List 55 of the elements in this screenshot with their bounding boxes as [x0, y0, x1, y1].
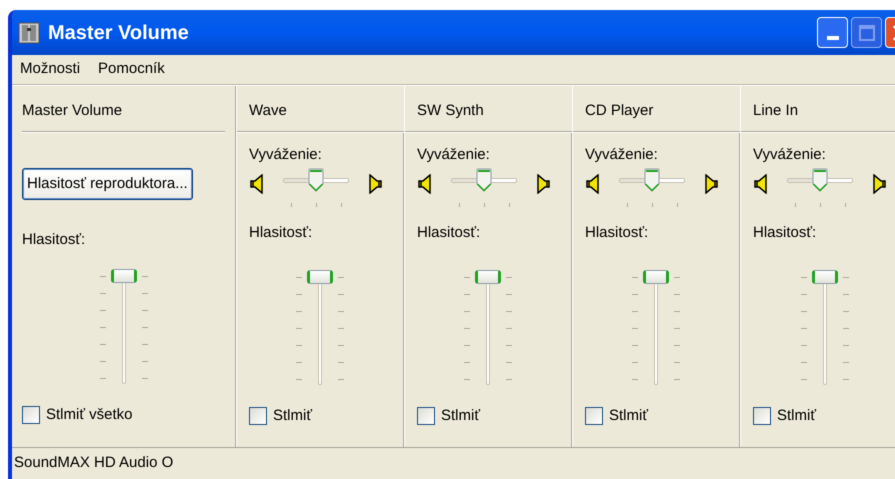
- status-text: SoundMAX HD Audio O: [14, 453, 174, 474]
- slider-thumb[interactable]: [308, 168, 324, 192]
- column-title: Master Volume: [22, 101, 124, 121]
- menu-item[interactable]: Pomocník: [98, 58, 165, 81]
- checkbox[interactable]: [417, 407, 435, 426]
- slider-thumb[interactable]: [812, 168, 828, 192]
- minimize-button[interactable]: [817, 17, 848, 48]
- window-title: Master Volume: [48, 20, 189, 46]
- speaker-volume-button[interactable]: Hlasitosť reproduktora...: [22, 168, 193, 200]
- checkbox[interactable]: [249, 407, 267, 426]
- volume-label: Hlasitosť:: [585, 223, 650, 243]
- balance-slider[interactable]: [787, 168, 853, 193]
- mute-checkbox[interactable]: Stlmiť: [249, 405, 391, 428]
- mute-checkbox[interactable]: Stlmiť: [753, 405, 895, 428]
- checkbox[interactable]: [753, 407, 771, 426]
- balance-slider[interactable]: [283, 168, 349, 193]
- speaker-icon: [417, 174, 433, 194]
- mute-checkbox[interactable]: Stlmiť: [585, 405, 727, 428]
- speaker-icon: [703, 174, 719, 194]
- balance-label: Vyváženie:: [753, 145, 827, 165]
- channel-title: SW Synth: [416, 101, 485, 121]
- maximize-icon: [858, 24, 874, 40]
- volume-label: Hlasitosť:: [417, 223, 482, 243]
- slider-thumb[interactable]: [475, 270, 501, 284]
- slider-thumb[interactable]: [812, 270, 838, 284]
- speaker-icon: [871, 174, 887, 194]
- volume-label: Hlasitosť:: [753, 223, 818, 243]
- balance-slider[interactable]: [451, 168, 517, 193]
- slider-thumb[interactable]: [476, 168, 492, 192]
- speaker-icon: [535, 174, 551, 194]
- slider-thumb[interactable]: [643, 270, 669, 284]
- balance-slider[interactable]: [619, 168, 685, 193]
- speaker-icon: [753, 174, 769, 194]
- minimize-icon: [826, 36, 838, 40]
- balance-label: Vyváženie:: [585, 145, 659, 165]
- channel-title: Line In: [752, 101, 800, 121]
- volume-label: Hlasitosť:: [249, 223, 314, 243]
- channel-title: Wave: [248, 101, 288, 121]
- app-icon: [18, 22, 40, 44]
- slider-thumb[interactable]: [110, 269, 136, 283]
- mute-checkbox[interactable]: Stlmiť všetko: [22, 404, 225, 426]
- maximize-button[interactable]: [851, 17, 882, 48]
- channel-title: CD Player: [584, 101, 654, 121]
- speaker-icon: [249, 174, 265, 194]
- slider-thumb[interactable]: [644, 168, 660, 192]
- balance-label: Vyváženie:: [249, 145, 323, 165]
- balance-label: Vyváženie:: [417, 145, 491, 165]
- speaker-icon: [367, 174, 383, 194]
- speaker-icon: [585, 174, 601, 194]
- slider-thumb[interactable]: [307, 270, 333, 284]
- mute-checkbox[interactable]: Stlmiť: [417, 405, 559, 428]
- menu-item[interactable]: Možnosti: [20, 58, 80, 81]
- volume-label: Hlasitosť:: [22, 230, 86, 250]
- checkbox[interactable]: [585, 407, 603, 426]
- checkbox[interactable]: [22, 406, 40, 424]
